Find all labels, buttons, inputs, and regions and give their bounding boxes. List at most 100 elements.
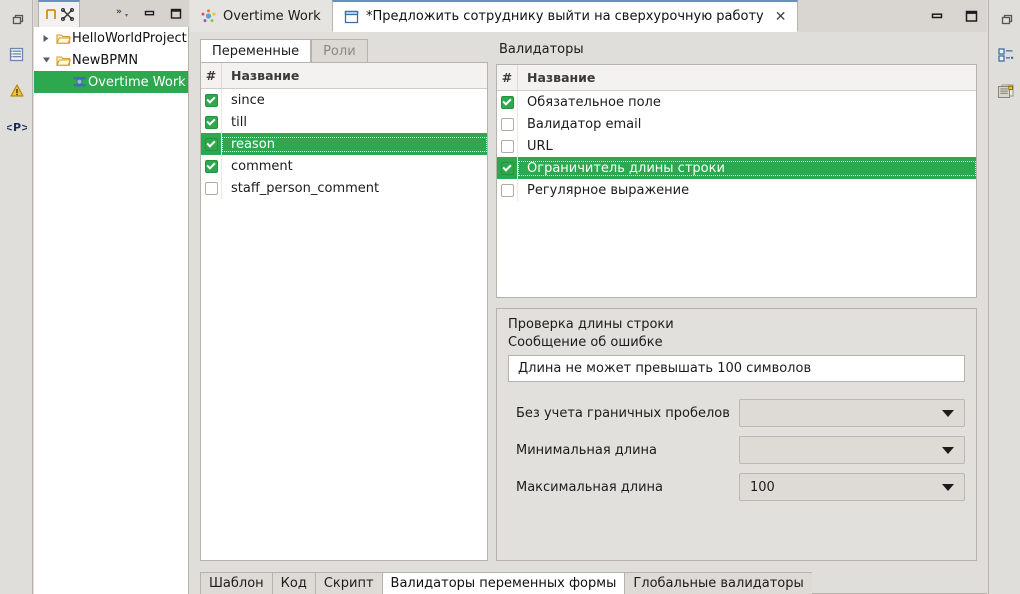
tab-template[interactable]: Шаблон	[200, 572, 272, 594]
max-length-select[interactable]: 100	[739, 473, 965, 501]
project-tree[interactable]: HelloWorldProject NewBPMN Overtime Work	[34, 27, 189, 594]
variables-table[interactable]: # Название since till reason comment sta…	[200, 62, 488, 561]
minimize-icon[interactable]	[930, 11, 944, 21]
tab-script[interactable]: Скрипт	[314, 572, 382, 594]
tab-label: Код	[280, 576, 307, 591]
table-row[interactable]: staff_person_comment	[201, 177, 487, 199]
variable-name: reason	[222, 136, 487, 152]
variable-name: since	[231, 92, 265, 108]
row-checkbox-cell[interactable]	[201, 155, 222, 177]
code-snippets-icon[interactable]: <P>	[0, 112, 33, 142]
chevron-down-icon[interactable]	[942, 483, 954, 491]
row-checkbox-cell[interactable]	[497, 91, 518, 113]
view-menu-icon[interactable]: » ▾	[114, 7, 130, 19]
folder-icon	[54, 32, 72, 45]
row-checkbox-cell[interactable]	[201, 89, 222, 111]
validator-name: Ограничитель длины строки	[518, 160, 976, 176]
column-header-name: Название	[231, 68, 300, 83]
validators-table[interactable]: # Название Обязательное поле Валидатор e…	[496, 64, 977, 298]
row-checkbox-cell[interactable]	[497, 135, 518, 157]
validator-details: Проверка длины строки Сообщение об ошибк…	[496, 308, 977, 561]
min-length-select[interactable]	[739, 436, 965, 464]
error-message-input[interactable]: Длина не может превышать 100 символов	[508, 355, 965, 382]
table-row[interactable]: till	[201, 111, 487, 133]
properties-icon[interactable]	[989, 76, 1020, 106]
row-checkbox-cell[interactable]	[497, 157, 518, 179]
close-icon[interactable]: ✕	[775, 10, 787, 24]
folder-icon	[54, 54, 72, 67]
project-explorer-icon[interactable]	[0, 40, 33, 70]
tree-item-helloworldproject[interactable]: HelloWorldProject	[34, 27, 188, 49]
tree-item-label: NewBPMN	[72, 52, 139, 68]
warnings-icon[interactable]	[0, 76, 33, 106]
field-row-max-length: Максимальная длина 100	[508, 473, 965, 501]
tab-variables[interactable]: Переменные	[200, 39, 312, 63]
tree-item-newbpmn[interactable]: NewBPMN	[34, 49, 188, 71]
column-header-name: Название	[527, 70, 596, 85]
column-header-index: #	[497, 65, 518, 90]
table-row[interactable]: Регулярное выражение	[497, 179, 976, 201]
maximize-icon[interactable]	[964, 9, 979, 23]
checkbox-unchecked-icon[interactable]	[500, 139, 514, 153]
error-message-label: Сообщение об ошибке	[508, 335, 663, 350]
table-row[interactable]: comment	[201, 155, 487, 177]
restore-view-icon[interactable]	[989, 4, 1020, 34]
editor-tab-form[interactable]: *Предложить сотруднику выйти на сверхуро…	[332, 0, 799, 32]
row-checkbox-cell[interactable]	[497, 179, 518, 201]
minimize-icon[interactable]	[143, 8, 156, 18]
table-row[interactable]: Валидатор email	[497, 113, 976, 135]
editor-tab-label: *Предложить сотруднику выйти на сверхуро…	[366, 9, 764, 24]
editor-tabbar: Overtime Work *Предложить сотруднику вый…	[190, 0, 987, 33]
editor-body: Переменные Роли # Название since till re…	[190, 32, 987, 594]
tree-item-label: HelloWorldProject	[72, 30, 187, 46]
table-row[interactable]: URL	[497, 135, 976, 157]
trim-spaces-select[interactable]	[739, 399, 965, 427]
chevron-down-icon[interactable]	[38, 49, 54, 71]
svg-text:▾: ▾	[125, 12, 128, 19]
row-checkbox-cell[interactable]	[497, 113, 518, 135]
checkbox-unchecked-icon[interactable]	[204, 181, 218, 195]
checkbox-checked-icon[interactable]	[204, 137, 218, 151]
tab-variables-label: Переменные	[212, 43, 300, 59]
checkbox-unchecked-icon[interactable]	[500, 183, 514, 197]
checkbox-checked-icon[interactable]	[500, 95, 514, 109]
checkbox-checked-icon[interactable]	[204, 93, 218, 107]
restore-view-icon[interactable]	[0, 4, 33, 34]
tab-roles[interactable]: Роли	[311, 39, 368, 63]
table-row[interactable]: since	[201, 89, 487, 111]
row-checkbox-cell[interactable]	[201, 177, 222, 199]
field-label: Максимальная длина	[516, 479, 664, 495]
tree-item-overtime-work[interactable]: Overtime Work	[34, 71, 188, 93]
checkbox-checked-icon[interactable]	[204, 159, 218, 173]
field-label: Без учета граничных пробелов	[516, 405, 730, 421]
column-header-index: #	[201, 63, 222, 88]
tab-label: Скрипт	[323, 576, 374, 591]
table-row[interactable]: Обязательное поле	[497, 91, 976, 113]
checkbox-checked-icon[interactable]	[204, 115, 218, 129]
row-checkbox-cell[interactable]	[201, 133, 222, 155]
tab-label: Шаблон	[209, 576, 264, 591]
checkbox-unchecked-icon[interactable]	[500, 117, 514, 131]
form-editor-bottom-tabs: Шаблон Код Скрипт Валидаторы переменных …	[190, 572, 987, 594]
tab-code[interactable]: Код	[271, 572, 315, 594]
validator-name: Регулярное выражение	[527, 182, 690, 198]
process-icon	[70, 75, 88, 90]
checkbox-checked-icon[interactable]	[500, 161, 514, 175]
row-checkbox-cell[interactable]	[201, 111, 222, 133]
editor-tab-label: Overtime Work	[223, 8, 321, 24]
outline-icon[interactable]	[989, 40, 1020, 70]
editor-tab-overtime-work[interactable]: Overtime Work	[190, 0, 333, 32]
validator-name: Валидатор email	[527, 116, 642, 132]
chevron-right-icon[interactable]	[38, 27, 54, 49]
chevron-down-icon[interactable]	[942, 409, 954, 417]
explorer-view-tab[interactable]	[38, 0, 80, 27]
variables-pane: Переменные Роли # Название since till re…	[200, 39, 488, 561]
table-row[interactable]: Ограничитель длины строки	[497, 157, 976, 179]
explorer-toolbar: » ▾	[114, 2, 187, 24]
right-icon-rail	[988, 0, 1020, 594]
table-row[interactable]: reason	[201, 133, 487, 155]
chevron-down-icon[interactable]	[942, 446, 954, 454]
tab-form-variable-validators[interactable]: Валидаторы переменных формы	[381, 572, 625, 594]
tab-global-validators[interactable]: Глобальные валидаторы	[624, 572, 812, 594]
maximize-icon[interactable]	[169, 7, 183, 20]
